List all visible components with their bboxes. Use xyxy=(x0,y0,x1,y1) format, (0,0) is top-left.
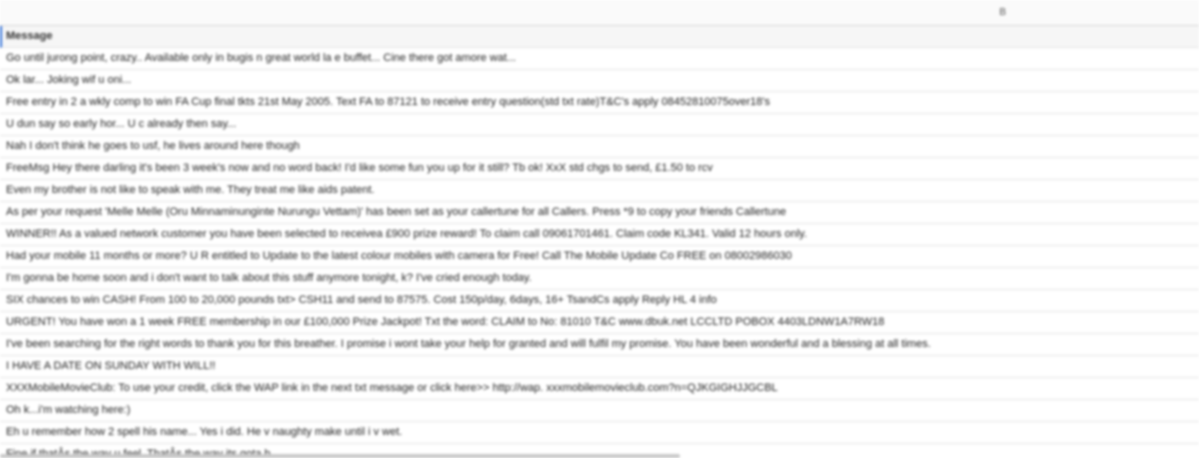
table-row[interactable]: FreeMsg Hey there darling it's been 3 we… xyxy=(0,158,1199,180)
spreadsheet-view: B Message Go until jurong point, crazy..… xyxy=(0,0,1199,458)
table-row[interactable]: Had your mobile 11 months or more? U R e… xyxy=(0,246,1199,268)
table-row[interactable]: As per your request 'Melle Melle (Oru Mi… xyxy=(0,202,1199,224)
table-row[interactable]: XXXMobileMovieClub: To use your credit, … xyxy=(0,378,1199,400)
table-row[interactable]: U dun say so early hor... U c already th… xyxy=(0,114,1199,136)
table-row[interactable]: Nah I don't think he goes to usf, he liv… xyxy=(0,136,1199,158)
column-header-bar: B xyxy=(0,0,1199,26)
table-row[interactable]: Free entry in 2 a wkly comp to win FA Cu… xyxy=(0,92,1199,114)
column-letter[interactable]: B xyxy=(999,7,1006,18)
table-row[interactable]: Eh u remember how 2 spell his name... Ye… xyxy=(0,422,1199,444)
table-row[interactable]: I HAVE A DATE ON SUNDAY WITH WILL!! xyxy=(0,356,1199,378)
table-row[interactable]: I'm gonna be home soon and i don't want … xyxy=(0,268,1199,290)
table-row[interactable]: Even my brother is not like to speak wit… xyxy=(0,180,1199,202)
table-row[interactable]: I've been searching for the right words … xyxy=(0,334,1199,356)
column-header-message[interactable]: Message xyxy=(0,26,1199,48)
table-row[interactable]: Go until jurong point, crazy.. Available… xyxy=(0,48,1199,70)
table-row[interactable]: Oh k...i'm watching here:) xyxy=(0,400,1199,422)
message-column: Message Go until jurong point, crazy.. A… xyxy=(0,26,1199,458)
table-row[interactable]: Ok lar... Joking wif u oni... xyxy=(0,70,1199,92)
table-row[interactable]: WINNER!! As a valued network customer yo… xyxy=(0,224,1199,246)
table-row[interactable]: SIX chances to win CASH! From 100 to 20,… xyxy=(0,290,1199,312)
horizontal-scrollbar[interactable] xyxy=(0,454,680,458)
table-row[interactable]: URGENT! You have won a 1 week FREE membe… xyxy=(0,312,1199,334)
